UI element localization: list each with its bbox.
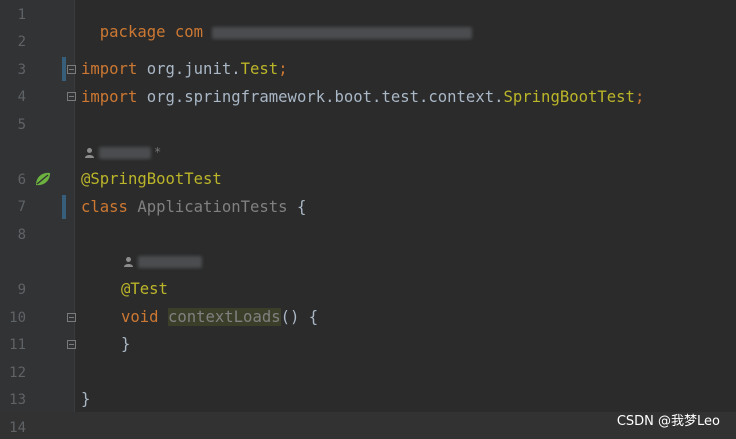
method-name[interactable]: contextLoads — [167, 308, 281, 326]
annotation: @SpringBootTest — [81, 170, 222, 188]
type-name: Test — [240, 60, 279, 78]
line-number: 6 — [17, 172, 26, 188]
line-number: 8 — [17, 227, 26, 243]
code-line[interactable]: class ApplicationTests { — [81, 198, 306, 216]
line-number: 2 — [17, 34, 26, 50]
semicolon: ; — [634, 88, 645, 106]
author-hint[interactable] — [123, 254, 202, 268]
fold-icon[interactable] — [67, 313, 76, 322]
line-number: 7 — [17, 199, 26, 215]
line-number: 11 — [9, 337, 26, 353]
fold-icon[interactable] — [67, 65, 76, 74]
code-line[interactable]: import org.junit.Test; — [81, 60, 288, 78]
code-line[interactable]: package com — [81, 5, 473, 41]
spring-leaf-icon[interactable] — [34, 171, 52, 187]
import-keyword: import — [81, 88, 138, 106]
author-hint[interactable]: * — [84, 145, 161, 159]
line-number: 1 — [17, 7, 26, 23]
code-line[interactable]: void contextLoads() { — [121, 308, 318, 326]
annotation: @Test — [121, 280, 168, 298]
class-keyword: class — [81, 198, 128, 216]
method-signature: () { — [280, 308, 319, 326]
package-name: org.springframework.boot.test.context. — [137, 88, 504, 106]
redacted-text — [212, 26, 473, 39]
line-number: 10 — [9, 310, 26, 326]
watermark: CSDN @我梦Leo — [616, 414, 720, 429]
code-line[interactable]: } — [81, 390, 90, 408]
void-keyword: void — [121, 308, 159, 326]
line-number: 9 — [17, 282, 26, 298]
line-number: 4 — [17, 89, 26, 105]
fold-icon[interactable] — [67, 92, 76, 101]
code-line[interactable]: @Test — [121, 280, 168, 298]
semicolon: ; — [278, 60, 288, 78]
close-brace: } — [121, 335, 131, 353]
line-number: 3 — [17, 62, 26, 78]
user-icon — [85, 148, 94, 158]
fold-icon[interactable] — [67, 340, 76, 349]
user-icon — [124, 257, 133, 267]
change-marker — [62, 195, 66, 219]
import-keyword: import — [81, 60, 138, 78]
redacted-author — [98, 146, 151, 159]
code-line[interactable]: @SpringBootTest — [81, 170, 222, 188]
close-brace: } — [81, 390, 91, 408]
modified-star: * — [154, 145, 161, 159]
change-marker — [62, 57, 66, 81]
line-number: 12 — [9, 365, 26, 381]
line-number: 5 — [17, 117, 26, 133]
type-name: SpringBootTest — [503, 88, 635, 106]
class-name: ApplicationTests — [127, 198, 288, 216]
package-name: org.junit. — [137, 60, 241, 78]
code-line[interactable]: } — [121, 335, 130, 353]
redacted-author — [137, 255, 202, 268]
line-number: 13 — [9, 392, 26, 408]
package-statement: package com — [99, 23, 204, 41]
code-line[interactable]: import org.springframework.boot.test.con… — [81, 88, 644, 106]
open-brace: { — [287, 198, 307, 216]
line-number: 14 — [9, 420, 26, 436]
